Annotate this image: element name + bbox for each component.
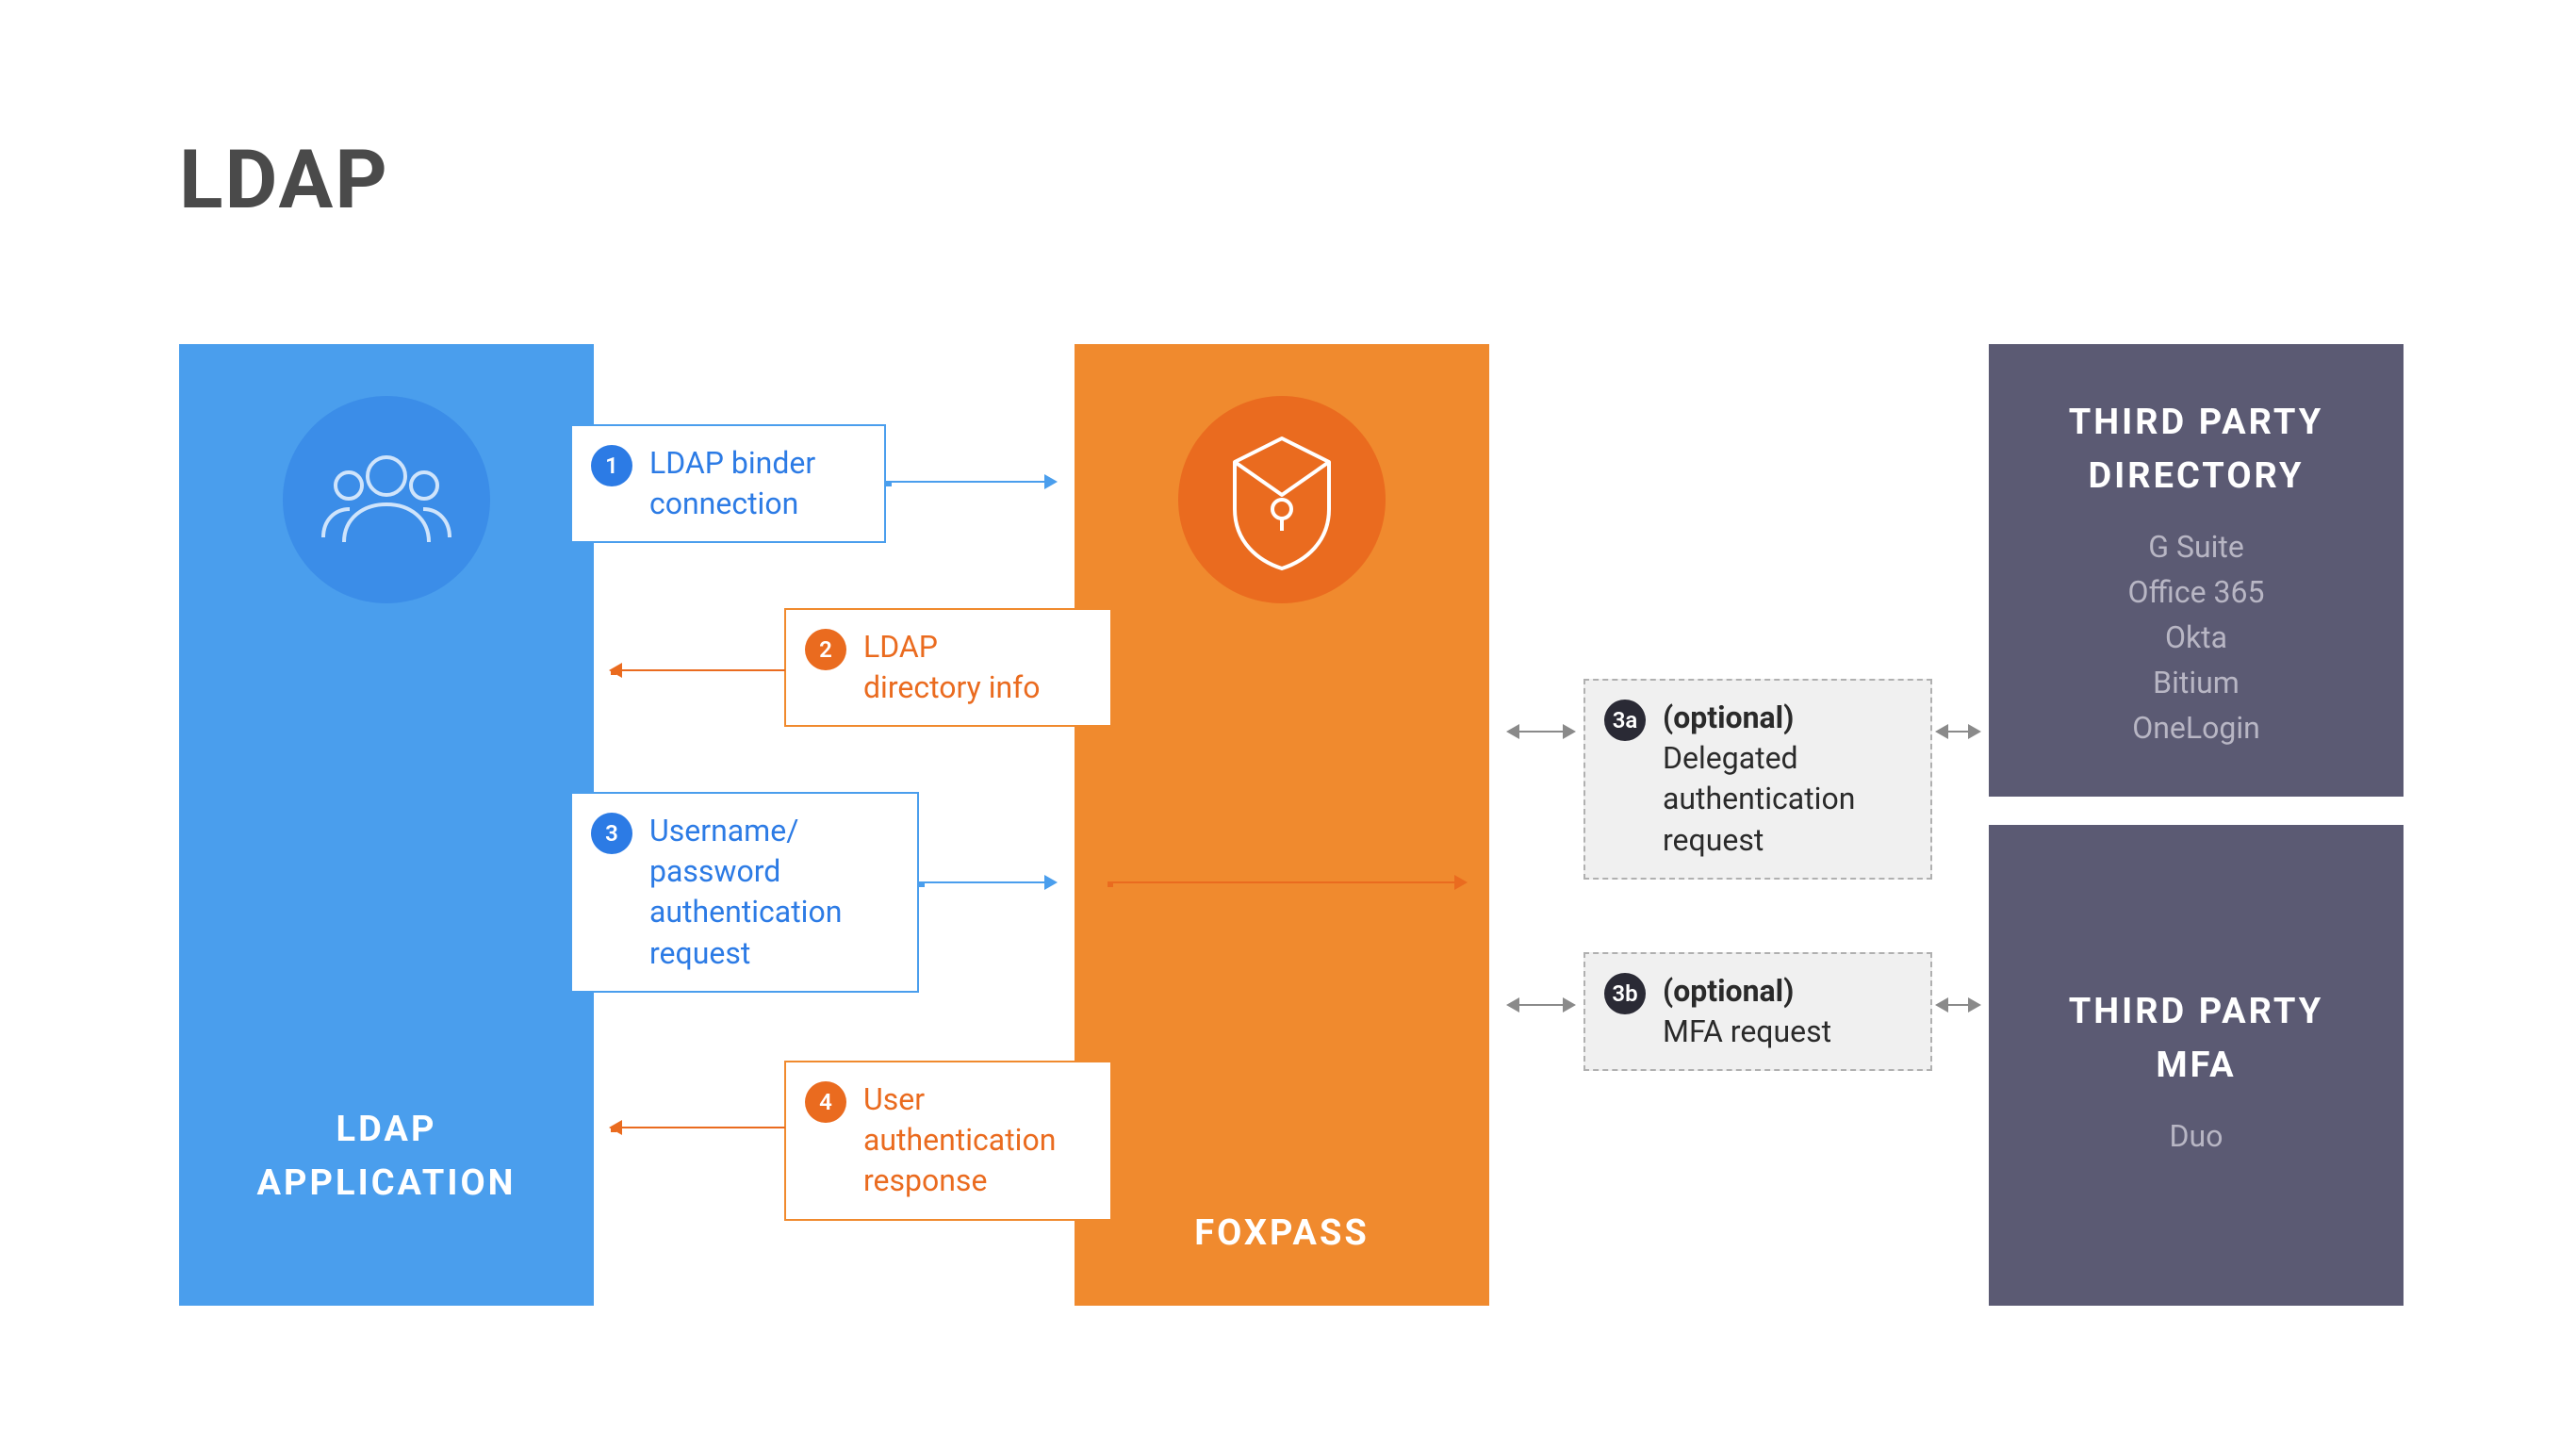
- step-1-box: 1 LDAP binder connection: [570, 424, 886, 543]
- text: response: [863, 1162, 987, 1198]
- text: MFA request: [1663, 1013, 1831, 1049]
- text: Delegated: [1663, 740, 1798, 776]
- text: User: [863, 1081, 925, 1117]
- shield-icon: [1178, 396, 1386, 603]
- step-3-text: Username/ password authentication reques…: [649, 811, 842, 974]
- text: G Suite: [2148, 529, 2244, 565]
- arrow-step-3: [919, 881, 1056, 883]
- text: OneLogin: [2132, 710, 2260, 746]
- badge-3a: 3a: [1604, 700, 1646, 741]
- arrow-3a-left: [1508, 731, 1574, 733]
- arrow-3b-right: [1937, 1004, 1979, 1006]
- text: directory info: [863, 669, 1041, 705]
- text: request: [1663, 822, 1764, 858]
- badge-2: 2: [805, 629, 846, 670]
- column-third-party-mfa: THIRD PARTY MFA Duo: [1989, 825, 2404, 1306]
- arrow-step-1: [886, 481, 1056, 483]
- arrow-3a-right: [1937, 731, 1979, 733]
- column-mfa-title: THIRD PARTY MFA: [2069, 985, 2324, 1093]
- text: (optional): [1663, 973, 1794, 1009]
- step-2-box: 2 LDAP directory info: [784, 608, 1112, 727]
- column-directory-title: THIRD PARTY DIRECTORY: [2069, 396, 2324, 503]
- text: password: [649, 853, 780, 889]
- text: LDAP: [336, 1109, 437, 1150]
- step-4-text: User authentication response: [863, 1079, 1056, 1202]
- text: DIRECTORY: [2088, 455, 2304, 497]
- text: (optional): [1663, 700, 1794, 735]
- text: Okta: [2165, 619, 2227, 655]
- step-1-text: LDAP binder connection: [649, 443, 815, 524]
- text: Office 365: [2128, 574, 2265, 610]
- badge-4: 4: [805, 1081, 846, 1123]
- text: LDAP binder: [649, 445, 815, 481]
- text: THIRD PARTY: [2069, 991, 2324, 1032]
- text: authentication: [863, 1122, 1056, 1158]
- arrow-step-4: [611, 1127, 785, 1128]
- text: authentication: [649, 894, 842, 930]
- badge-3: 3: [591, 813, 632, 854]
- text: THIRD PARTY: [2069, 402, 2324, 443]
- step-2-text: LDAP directory info: [863, 627, 1041, 708]
- column-ldap-application: LDAP APPLICATION: [179, 344, 594, 1306]
- column-foxpass-title: FOXPASS: [1194, 1207, 1370, 1260]
- text: request: [649, 935, 750, 971]
- users-icon: [283, 396, 490, 603]
- step-3a-text: (optional) Delegated authentication requ…: [1663, 698, 1855, 861]
- badge-3b: 3b: [1604, 973, 1646, 1014]
- step-3-box: 3 Username/ password authentication requ…: [570, 792, 919, 993]
- column-foxpass: FOXPASS: [1075, 344, 1489, 1306]
- text: APPLICATION: [257, 1162, 517, 1204]
- page-title: LDAP: [179, 132, 389, 227]
- column-third-party-directory: THIRD PARTY DIRECTORY G Suite Office 365…: [1989, 344, 2404, 797]
- text: LDAP: [863, 629, 938, 665]
- step-3b-text: (optional) MFA request: [1663, 971, 1831, 1052]
- mfa-list: Duo: [2170, 1113, 2223, 1159]
- text: authentication: [1663, 781, 1855, 816]
- text: MFA: [2156, 1045, 2236, 1086]
- step-3a-box: 3a (optional) Delegated authentication r…: [1583, 679, 1932, 880]
- arrow-step-2: [611, 669, 785, 671]
- column-ldap-title: LDAP APPLICATION: [257, 1103, 517, 1210]
- badge-1: 1: [591, 445, 632, 486]
- directory-list: G Suite Office 365 Okta Bitium OneLogin: [2128, 524, 2265, 750]
- arrow-foxpass-internal: [1108, 881, 1466, 883]
- text: Duo: [2170, 1118, 2223, 1154]
- step-4-box: 4 User authentication response: [784, 1061, 1112, 1221]
- text: connection: [649, 486, 798, 521]
- text: Username/: [649, 813, 798, 848]
- text: Bitium: [2153, 665, 2240, 700]
- arrow-3b-left: [1508, 1004, 1574, 1006]
- step-3b-box: 3b (optional) MFA request: [1583, 952, 1932, 1071]
